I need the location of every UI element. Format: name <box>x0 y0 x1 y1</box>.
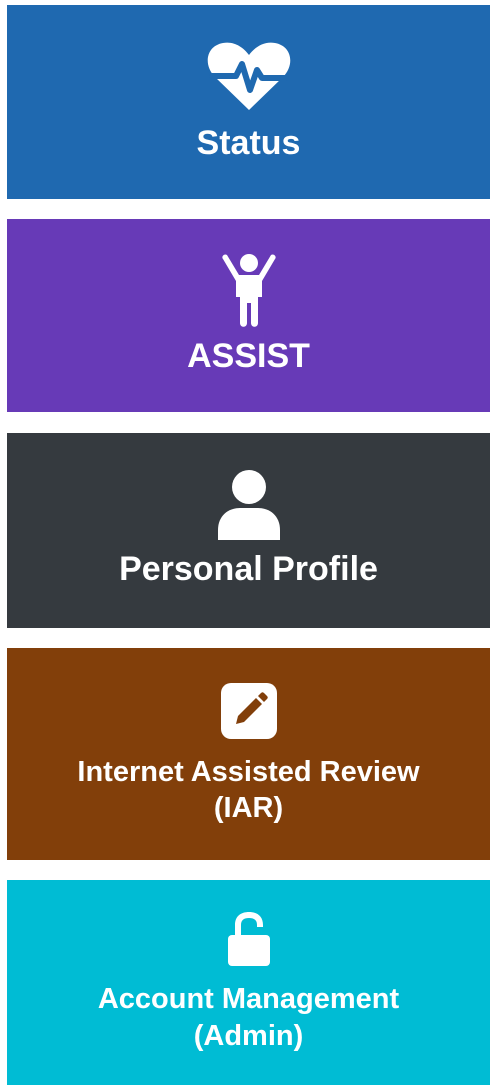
dashboard-tiles: Status ASSIST Personal Profile Internet … <box>0 0 490 1085</box>
account-management-label-line-2: (Admin) <box>193 1019 304 1052</box>
iar-label-line-2: (IAR) <box>213 792 284 824</box>
personal-profile-label-line: Personal Profile <box>119 550 378 589</box>
personal-profile-label: Personal Profile <box>119 548 378 591</box>
personal-profile-tile[interactable]: Personal Profile <box>7 433 490 628</box>
iar-label: Internet Assisted Review (IAR) <box>77 754 419 827</box>
unlock-icon <box>226 911 272 967</box>
account-management-tile[interactable]: Account Management (Admin) <box>7 880 490 1085</box>
assist-label: ASSIST <box>187 335 310 378</box>
iar-label-line-1: Internet Assisted Review <box>77 755 420 788</box>
account-management-label: Account Management (Admin) <box>98 981 399 1054</box>
status-label-line: Status <box>196 123 301 162</box>
status-tile[interactable]: Status <box>7 5 490 199</box>
user-icon <box>216 470 282 541</box>
status-label: Status <box>197 122 301 165</box>
assist-tile[interactable]: ASSIST <box>7 219 490 412</box>
child-icon <box>220 253 278 329</box>
account-management-label-line-1: Account Management <box>97 983 400 1016</box>
heartbeat-icon <box>206 40 292 112</box>
pencil-square-icon <box>220 682 278 740</box>
assist-label-line: ASSIST <box>187 337 310 376</box>
iar-tile[interactable]: Internet Assisted Review (IAR) <box>7 648 490 860</box>
